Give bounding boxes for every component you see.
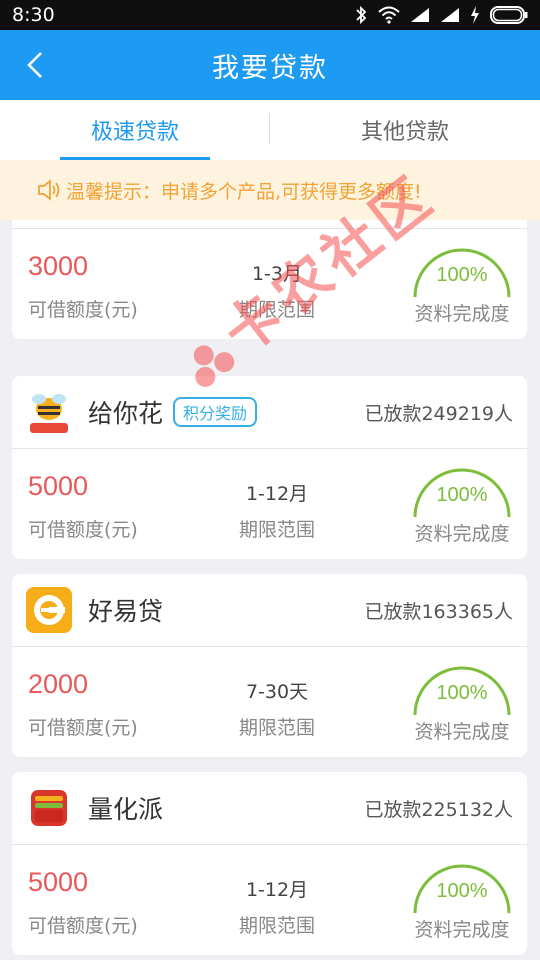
completion-value: 100% bbox=[436, 264, 488, 286]
back-arrow-icon[interactable] bbox=[22, 50, 52, 80]
product-name: 量化派 bbox=[88, 795, 164, 824]
completion-value: 100% bbox=[436, 880, 488, 902]
tab-bar: 极速贷款 其他贷款 bbox=[0, 100, 540, 160]
page-title: 我要贷款 bbox=[212, 52, 328, 84]
card-header bbox=[12, 220, 527, 229]
card-body: 2000 可借额度(元) 7-30天 期限范围 100% 资料完成度 bbox=[12, 647, 527, 757]
loan-card[interactable]: 量化派 已放款225132人 5000 可借额度(元) 1-12月 期限范围 1… bbox=[12, 772, 527, 955]
signal-icon bbox=[411, 8, 429, 22]
loan-product-list: 3000 可借额度(元) 1-3月 期限范围 100% 资料完成度 给你花 积分… bbox=[0, 220, 540, 960]
product-name: 好易贷 bbox=[88, 597, 164, 626]
loan-amount: 5000 bbox=[28, 471, 89, 501]
wallet-icon bbox=[26, 785, 72, 831]
tip-text: 温馨提示：申请多个产品,可获得更多额度! bbox=[66, 180, 422, 203]
signal-icon-2 bbox=[441, 8, 459, 22]
loan-amount: 5000 bbox=[28, 867, 89, 897]
card-body: 5000 可借额度(元) 1-12月 期限范围 100% 资料完成度 bbox=[12, 449, 527, 559]
completion-label: 资料完成度 bbox=[414, 303, 510, 325]
amount-label: 可借额度(元) bbox=[28, 717, 138, 739]
loan-card[interactable]: 好易贷 已放款163365人 2000 可借额度(元) 7-30天 期限范围 1… bbox=[12, 574, 527, 757]
tip-banner: 温馨提示：申请多个产品,可获得更多额度! bbox=[0, 160, 540, 220]
lent-count: 已放款163365人 bbox=[364, 600, 513, 623]
completion-label: 资料完成度 bbox=[414, 523, 510, 545]
card-header: 量化派 已放款225132人 bbox=[12, 772, 527, 845]
reward-badge: 积分奖励 bbox=[173, 397, 258, 427]
completion-label: 资料完成度 bbox=[414, 919, 510, 941]
loan-card[interactable]: 3000 可借额度(元) 1-3月 期限范围 100% 资料完成度 bbox=[12, 220, 527, 339]
card-body: 5000 可借额度(元) 1-12月 期限范围 100% 资料完成度 bbox=[12, 845, 527, 955]
status-bar: 8:30 bbox=[0, 0, 540, 30]
lent-count: 已放款249219人 bbox=[364, 402, 513, 425]
status-time: 8:30 bbox=[12, 4, 55, 26]
loan-period: 1-12月 bbox=[245, 483, 309, 505]
charging-icon bbox=[471, 6, 479, 24]
amount-label: 可借额度(元) bbox=[28, 519, 138, 541]
period-label: 期限范围 bbox=[238, 717, 315, 739]
product-name: 给你花 bbox=[88, 399, 164, 428]
card-header: 好易贷 已放款163365人 bbox=[12, 574, 527, 647]
loan-amount: 2000 bbox=[28, 669, 89, 699]
tab-fast-loan[interactable]: 极速贷款 bbox=[0, 100, 270, 160]
completion-value: 100% bbox=[436, 484, 488, 506]
completion-value: 100% bbox=[436, 682, 488, 704]
card-header: 给你花 积分奖励 已放款249219人 bbox=[12, 376, 527, 449]
loan-period: 1-3月 bbox=[251, 263, 303, 285]
bee-icon bbox=[26, 389, 72, 435]
battery-icon bbox=[490, 6, 528, 24]
lent-count: 已放款225132人 bbox=[364, 798, 513, 821]
speaker-icon bbox=[38, 179, 60, 201]
loan-period: 7-30天 bbox=[245, 681, 309, 703]
loan-amount: 3000 bbox=[28, 251, 89, 281]
card-body: 3000 可借额度(元) 1-3月 期限范围 100% 资料完成度 bbox=[12, 229, 527, 339]
loan-period: 1-12月 bbox=[245, 879, 309, 901]
amount-label: 可借额度(元) bbox=[28, 299, 138, 321]
loan-card[interactable]: 给你花 积分奖励 已放款249219人 5000 可借额度(元) 1-12月 期… bbox=[12, 376, 527, 559]
app-header: 我要贷款 bbox=[0, 30, 540, 100]
tab-other-loan[interactable]: 其他贷款 bbox=[270, 100, 540, 160]
completion-label: 资料完成度 bbox=[414, 721, 510, 743]
tab-divider bbox=[269, 114, 270, 144]
period-label: 期限范围 bbox=[238, 299, 315, 321]
bluetooth-icon bbox=[356, 5, 367, 25]
wifi-icon bbox=[378, 6, 400, 24]
period-label: 期限范围 bbox=[238, 519, 315, 541]
period-label: 期限范围 bbox=[238, 915, 315, 937]
amount-label: 可借额度(元) bbox=[28, 915, 138, 937]
hyd-logo-icon bbox=[26, 587, 72, 633]
